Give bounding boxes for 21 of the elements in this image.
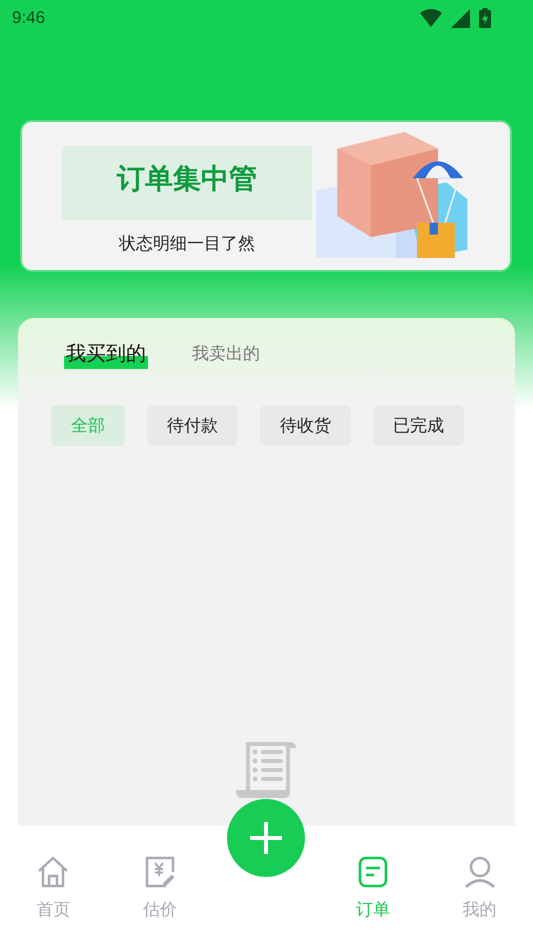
filter-chip[interactable]: 待付款 <box>147 405 238 446</box>
nav-tab[interactable]: 我的 <box>462 856 497 921</box>
banner-subtitle: 状态明细一目了然 <box>119 232 255 254</box>
banner-card[interactable]: 订单集中管 状态明细一目了然 <box>20 120 512 272</box>
filter-chip[interactable]: 已完成 <box>373 405 464 446</box>
order-tab[interactable]: 我卖出的 <box>190 336 262 369</box>
status-time: 9:46 <box>12 8 46 28</box>
empty-list-icon <box>236 740 298 800</box>
document-icon <box>358 856 388 888</box>
wifi-icon <box>420 9 442 27</box>
nav-tab[interactable]: 首页 <box>36 856 70 921</box>
battery-icon <box>479 8 491 28</box>
home-icon <box>37 856 70 888</box>
price-edit-icon <box>144 856 176 888</box>
signal-icon <box>451 8 470 28</box>
filter-chip[interactable]: 待收货 <box>260 405 351 446</box>
nav-tab[interactable]: 订单 <box>356 856 390 921</box>
banner-title: 订单集中管 <box>62 146 312 220</box>
nav-tab[interactable]: 估价 <box>142 856 177 921</box>
plus-icon <box>249 821 284 855</box>
user-icon <box>464 856 496 888</box>
